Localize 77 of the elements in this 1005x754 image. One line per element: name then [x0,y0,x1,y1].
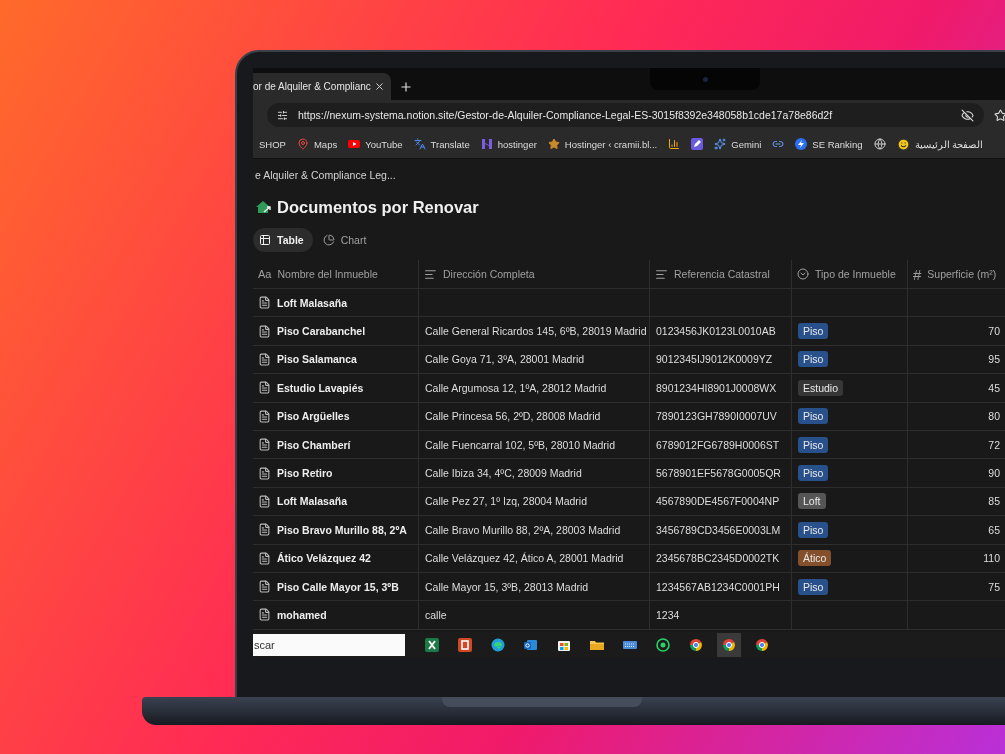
surface-value: 110 [983,552,1000,565]
type-tag: Piso [798,465,829,482]
surface-value: 85 [988,495,1000,508]
type-tag: Loft [798,493,826,510]
address-text: calle [425,609,447,621]
cadastral-reference: 3456789CD3456E0003LM [656,523,781,536]
cadastral-reference: 4567890DE4567F0004NP [656,495,780,508]
page-title: Documentos por Renovar [277,197,479,217]
property-name[interactable]: Estudio Lavapiés [277,381,364,394]
surface-value: 45 [988,381,1000,394]
view-tab[interactable]: Table [253,227,313,252]
bookmark[interactable]: Maps [296,138,338,150]
type-tag: Piso [798,521,829,538]
surface-value: 95 [988,353,1000,366]
column-header[interactable]: Dirección Completa [418,260,649,289]
bookmark[interactable]: SE Ranking [795,138,863,150]
address-text: Calle Velázquez 42, Ático A, 28001 Madrid [425,552,624,565]
property-name[interactable]: Loft Malasaña [277,495,347,508]
surface-value: 72 [988,438,1000,451]
surface-value: 65 [988,523,1000,536]
address-text: Calle Princesa 56, 2ºD, 28008 Madrid [425,410,601,423]
address-text: Calle Bravo Murillo 88, 2ºA, 28003 Madrid [425,523,621,536]
address-text: Calle Goya 71, 3ºA, 28001 Madrid [425,353,585,366]
property-name[interactable]: mohamed [277,609,327,621]
property-name[interactable]: Piso Argüelles [277,410,350,423]
property-name[interactable]: Ático Velázquez 42 [277,552,371,565]
address-text: Calle Pez 27, 1º Izq, 28004 Madrid [425,495,587,508]
address-text: Calle Argumosa 12, 1ºA, 28012 Madrid [425,381,607,394]
address-text: Calle General Ricardos 145, 6ºB, 28019 Madrid [425,325,647,338]
column-header[interactable]: Tipo de Inmueble [791,260,907,289]
address-bar[interactable]: https://nexum-systema.notion.site/Gestor-de-Alquiler-Compliance-Legal-ES-3015f8392e348058b1cde17a78e86d2f [267,103,984,127]
cadastral-reference: 9012345IJ9012K0009YZ [656,353,773,366]
surface-value: 90 [988,467,1000,480]
surface-value: 80 [988,410,1000,423]
property-name[interactable]: Piso Carabanchel [277,325,366,338]
bookmark[interactable]: hostinger [480,138,537,150]
type-tag: Piso [798,351,829,368]
type-tag: Piso [798,578,829,595]
address-text: Calle Ibiza 34, 4ºC, 28009 Madrid [425,467,582,480]
property-name[interactable]: Piso Chamberí [277,438,351,451]
column-header[interactable]: Aa Nombre del Inmueble [253,260,418,289]
cadastral-reference: 1234567AB1234C0001PH [656,580,780,593]
view-tab[interactable]: Chart [316,227,376,252]
bookmark[interactable]: الصفحة الرئيسية [896,137,984,151]
breadcrumb[interactable]: e Alquiler & Compliance Leg... [253,169,1005,186]
cadastral-reference: 5678901EF5678G0005QR [656,467,781,480]
property-name[interactable]: Piso Calle Mayor 15, 3ºB [277,580,399,593]
cadastral-reference: 6789012FG6789H0006ST [656,438,780,451]
cadastral-reference: 0123456JK0123L0010AB [656,325,776,338]
property-name[interactable]: Piso Retiro [277,467,333,480]
column-header[interactable]: Referencia Catastral [649,260,791,289]
type-tag: Piso [798,436,829,453]
surface-value: 75 [988,580,1000,593]
surface-value: 70 [988,325,1000,338]
address-text: Calle Mayor 15, 3ºB, 28013 Madrid [425,580,589,593]
cadastral-reference: 7890123GH7890I0007UV [656,410,777,423]
cadastral-reference: 2345678BC2345D0002TK [656,552,780,565]
cadastral-reference: 1234 [656,609,680,621]
type-tag: Piso [798,408,829,425]
cadastral-reference: 8901234HI8901J0008WX [656,381,777,394]
number-type-icon: # [913,265,922,283]
address-text: Calle Fuencarral 102, 5ºB, 28010 Madrid [425,438,616,451]
type-tag: Estudio [798,379,844,396]
type-tag: Piso [798,323,829,340]
bookmark[interactable]: SHOP [259,138,286,150]
column-header[interactable]: # Superficie (m²) [907,260,1005,289]
bookmark[interactable]: YouTube [348,138,403,150]
text-type-icon: Aa [258,268,272,280]
browser-tab[interactable]: or de Alquiler & Complianc [253,73,391,100]
bookmark[interactable]: Gemini [714,138,762,150]
property-name[interactable]: Piso Bravo Murillo 88, 2ºA [277,523,407,536]
property-name[interactable]: Piso Salamanca [277,353,357,366]
bookmark[interactable]: Translate [413,138,470,150]
property-name[interactable]: Loft Malasaña [277,296,347,309]
bookmark[interactable]: Hostinger ‹ cramii.bl... [547,138,658,150]
type-tag: Ático [798,550,832,567]
search-field[interactable]: scar [253,634,405,656]
